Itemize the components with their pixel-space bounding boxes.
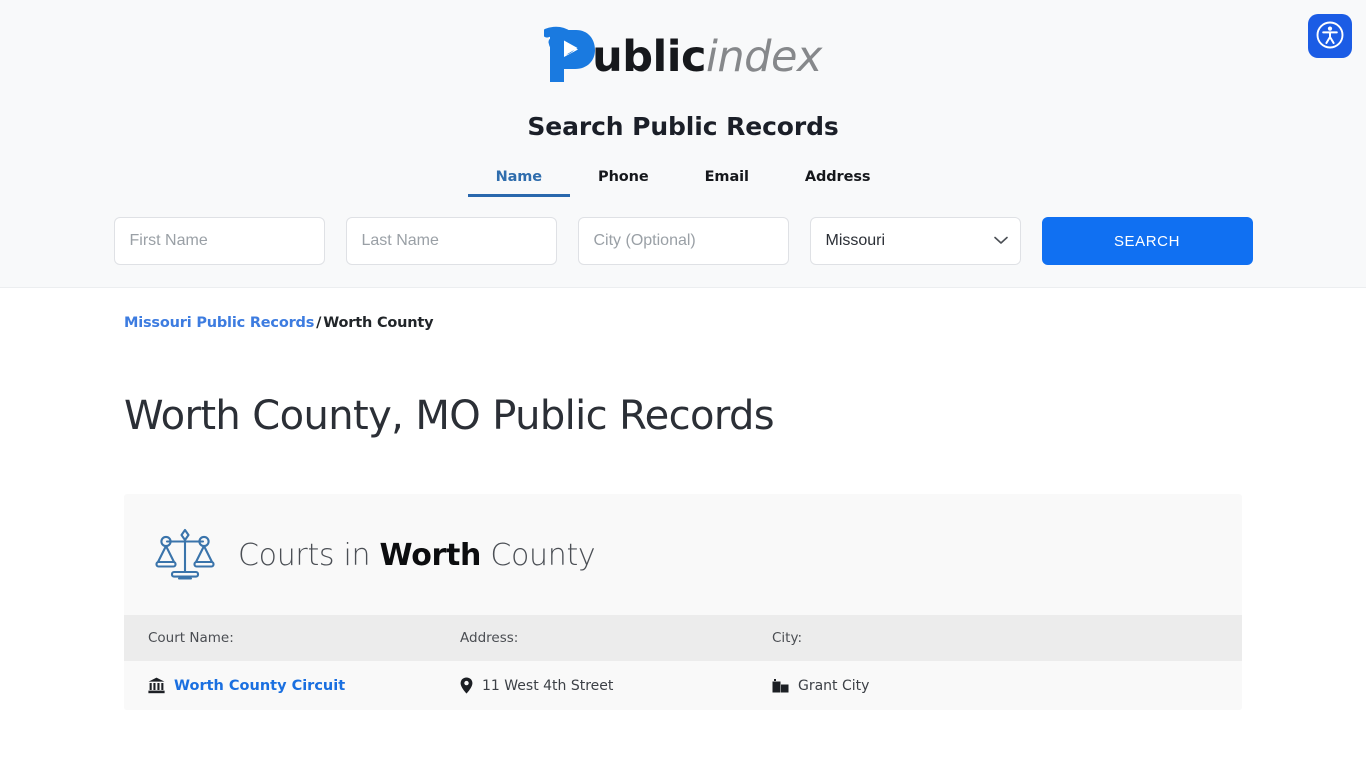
address-text: 11 West 4th Street	[482, 677, 614, 694]
scales-of-justice-icon	[154, 522, 216, 589]
table-row: Worth County Circuit 11 West 4th Street	[124, 661, 1242, 710]
state-select-wrap: Missouri	[809, 217, 1021, 265]
column-header-city: City:	[772, 630, 803, 646]
site-header: ublicindex Search Public Records Name Ph…	[0, 0, 1366, 288]
first-name-input[interactable]	[113, 217, 325, 265]
cell-city: Grant City	[772, 678, 1084, 694]
breadcrumb: Missouri Public Records / Worth County	[124, 315, 1242, 331]
map-pin-icon	[460, 677, 473, 694]
courts-card-header: Courts in Worth County	[124, 494, 1242, 615]
last-name-input[interactable]	[345, 217, 557, 265]
search-button[interactable]: SEARCH	[1041, 217, 1253, 265]
site-logo[interactable]: ublicindex	[542, 26, 822, 89]
cell-court-name: Worth County Circuit	[148, 677, 460, 694]
court-name-link[interactable]: Worth County Circuit	[174, 678, 345, 694]
accessibility-person-icon	[1315, 20, 1345, 53]
tab-address[interactable]: Address	[777, 165, 899, 197]
search-type-tabs: Name Phone Email Address	[0, 165, 1366, 197]
courts-card-title: Courts in Worth County	[238, 538, 596, 573]
courts-card: Courts in Worth County Court Name: Addre…	[124, 494, 1242, 710]
column-header-court-name: Court Name:	[148, 630, 234, 646]
cell-address: 11 West 4th Street	[460, 677, 772, 694]
city-text: Grant City	[798, 677, 870, 694]
breadcrumb-current: Worth County	[323, 315, 434, 331]
tab-name[interactable]: Name	[467, 165, 571, 197]
breadcrumb-separator: /	[316, 315, 322, 331]
logo-container: ublicindex	[0, 26, 1366, 88]
accessibility-button[interactable]	[1308, 14, 1352, 58]
publicindex-p-mark-icon	[542, 26, 596, 89]
breadcrumb-link-missouri[interactable]: Missouri Public Records	[124, 315, 314, 331]
column-header-address: Address:	[460, 630, 519, 646]
page-content: Missouri Public Records / Worth County Wor…	[124, 315, 1242, 710]
tab-email[interactable]: Email	[677, 165, 777, 197]
courts-title-prefix: Courts in	[238, 538, 380, 573]
page-title: Worth County, MO Public Records	[124, 393, 775, 439]
courts-table-header: Court Name: Address: City:	[124, 615, 1242, 661]
city-building-icon	[772, 678, 789, 693]
courthouse-icon	[148, 677, 165, 694]
logo-wordmark: ublicindex	[592, 35, 822, 79]
logo-word-index: index	[705, 32, 822, 82]
tab-phone[interactable]: Phone	[570, 165, 677, 197]
state-select[interactable]: Missouri	[809, 217, 1021, 265]
search-form: Missouri SEARCH	[0, 217, 1366, 265]
search-panel-title: Search Public Records	[527, 112, 839, 141]
logo-word-public: ublic	[592, 32, 706, 82]
city-input[interactable]	[577, 217, 789, 265]
courts-title-emphasis: Worth	[379, 538, 482, 573]
courts-title-suffix: County	[481, 538, 596, 573]
